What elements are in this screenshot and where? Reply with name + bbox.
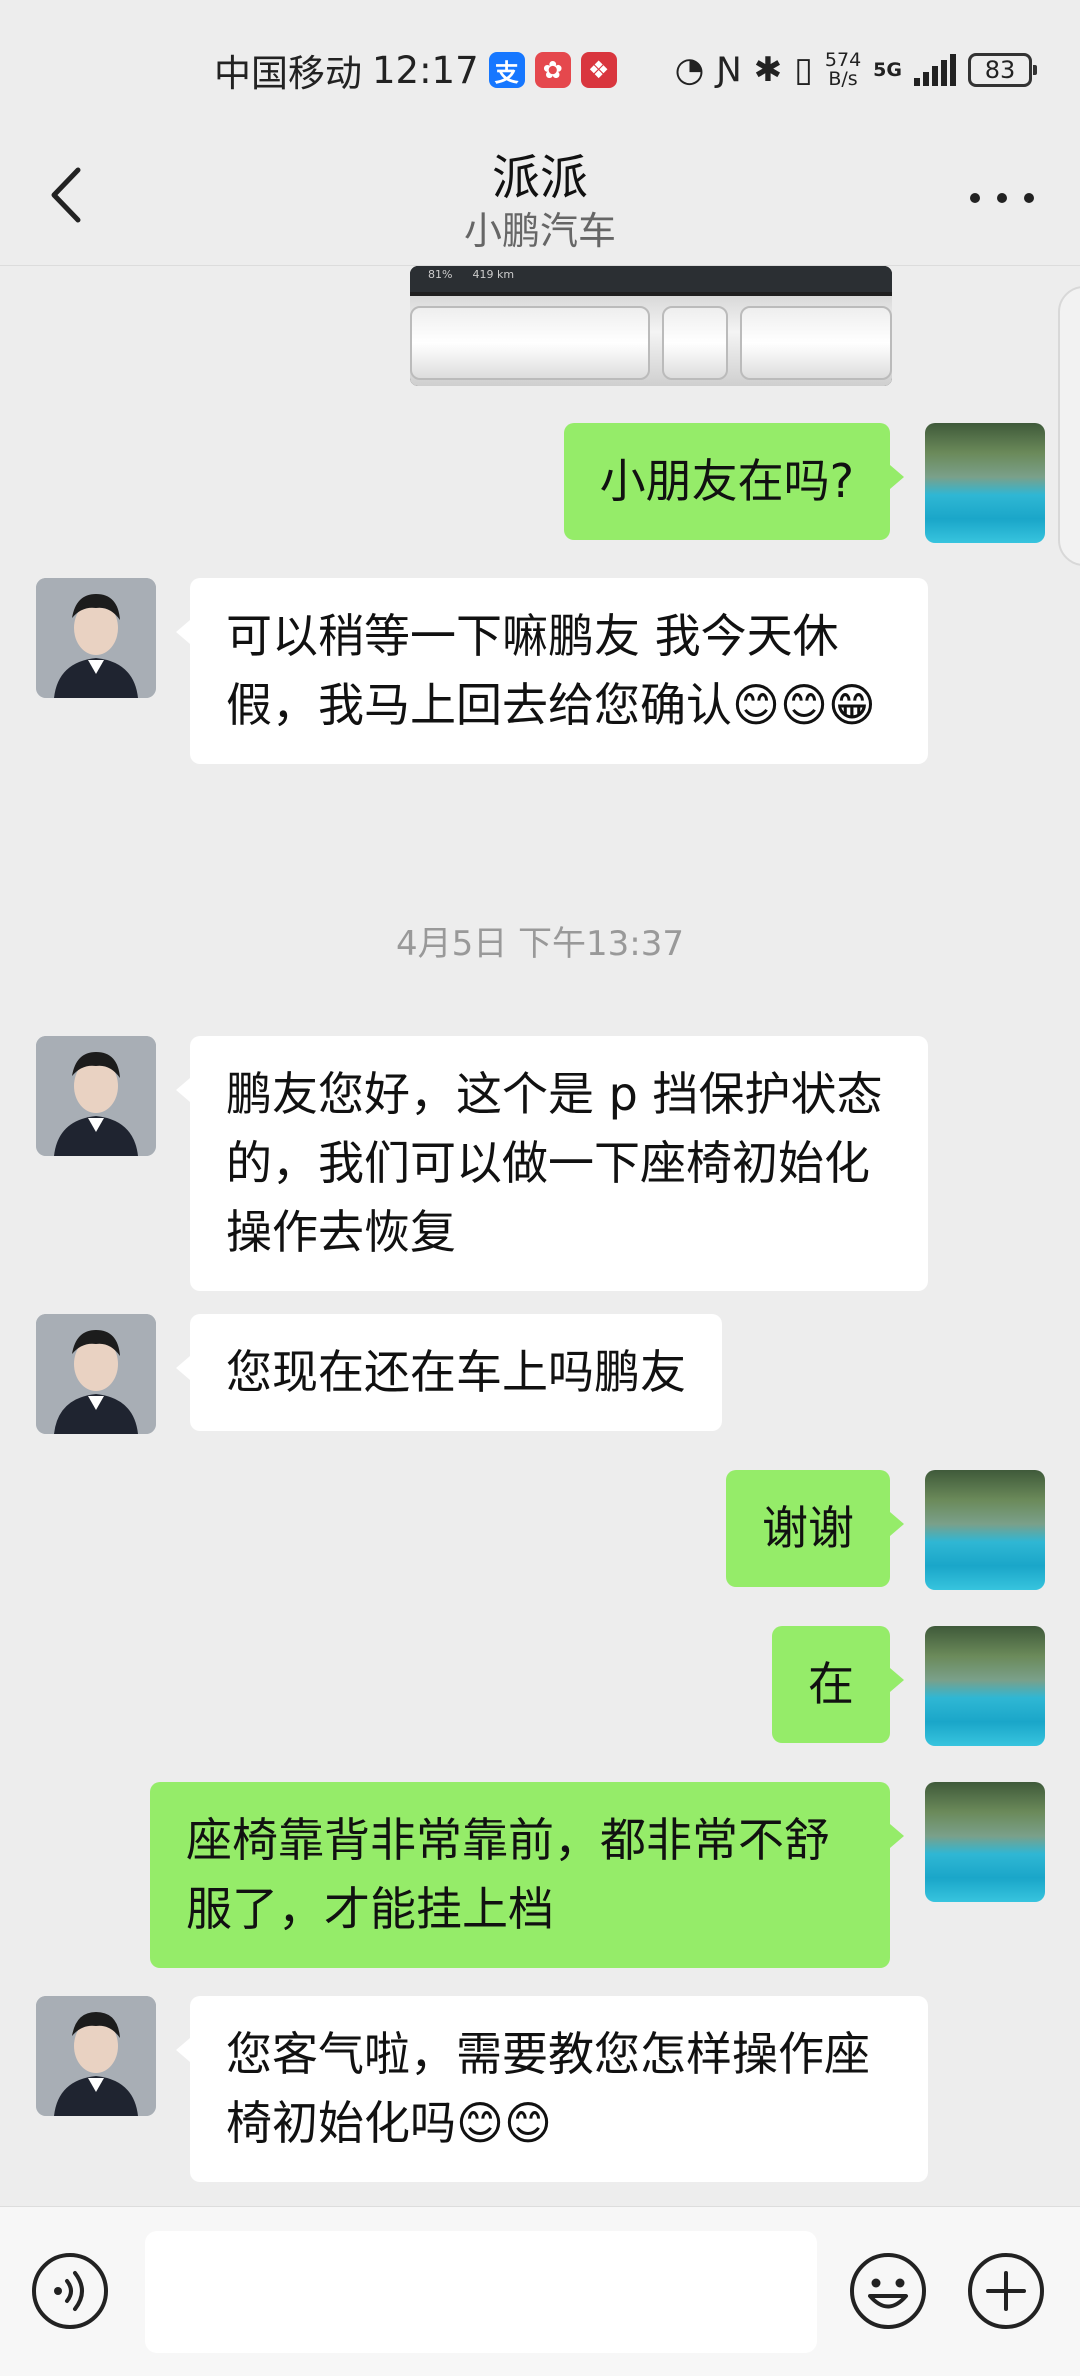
my-avatar[interactable] bbox=[925, 1626, 1045, 1746]
emoji-button[interactable] bbox=[848, 2251, 928, 2331]
carrier-label: 中国移动 bbox=[214, 52, 362, 95]
my-avatar[interactable] bbox=[925, 423, 1045, 543]
chat-header: 派派 小鹏汽车 bbox=[0, 130, 1080, 266]
image-text-a: 81% bbox=[428, 268, 453, 281]
status-bar: 中国移动 12:17 支 ✿ ❖ ◔ Ɲ ✱ ▯ 574 B/s 5G 83 bbox=[0, 0, 1080, 130]
message-input[interactable] bbox=[145, 2231, 817, 2353]
message-bubble-out[interactable]: 座椅靠背非常靠前，都非常不舒服了，才能挂上档 bbox=[150, 1782, 904, 1968]
chat-title: 派派 bbox=[491, 150, 588, 206]
chat-subtitle: 小鹏汽车 bbox=[463, 209, 616, 253]
app-red-icon: ✿ bbox=[534, 52, 571, 88]
net-speed-unit: B/s bbox=[828, 68, 858, 90]
net-speed: 574 B/s bbox=[825, 51, 861, 89]
input-bar bbox=[0, 2206, 1080, 2376]
message-bubble-out[interactable]: 小朋友在吗? bbox=[563, 423, 905, 540]
network-type-label: 5G bbox=[873, 59, 902, 81]
clock-label: 12:17 bbox=[372, 48, 479, 92]
image-shape bbox=[662, 306, 728, 380]
dot-icon bbox=[1024, 193, 1034, 203]
person-icon bbox=[36, 1036, 156, 1156]
emoji-icon bbox=[850, 2253, 926, 2329]
image-shape bbox=[410, 306, 650, 380]
dot-icon bbox=[997, 193, 1007, 203]
person-icon bbox=[36, 578, 156, 698]
plus-icon bbox=[968, 2253, 1044, 2329]
my-avatar[interactable] bbox=[925, 1470, 1045, 1590]
battery-icon: 83 bbox=[968, 53, 1037, 87]
nfc-icon: Ɲ bbox=[716, 50, 742, 90]
chat-area[interactable]: 81% 419 km 小朋友在吗? 可以稍等一下嘛鹏友 我今天休假，我马上回去给… bbox=[0, 266, 1080, 2206]
image-top-strip: 81% 419 km bbox=[410, 266, 892, 292]
message-bubble-out[interactable]: 在 bbox=[772, 1626, 904, 1743]
side-edge-handle[interactable] bbox=[1058, 286, 1080, 566]
message-bubble-in[interactable]: 您现在还在车上吗鹏友 bbox=[176, 1314, 722, 1431]
contact-avatar[interactable] bbox=[36, 1036, 156, 1156]
dot-icon bbox=[970, 193, 980, 203]
person-icon bbox=[36, 1996, 156, 2116]
message-bubble-in[interactable]: 您客气啦，需要教您怎样操作座椅初始化吗😊😊 bbox=[176, 1996, 928, 2182]
bluetooth-icon: ✱ bbox=[753, 50, 783, 90]
image-message[interactable]: 81% 419 km bbox=[410, 266, 892, 386]
status-right: ◔ Ɲ ✱ ▯ 574 B/s 5G 83 bbox=[674, 44, 1037, 96]
alipay-icon: 支 bbox=[488, 52, 525, 88]
image-shape bbox=[740, 306, 892, 380]
message-bubble-in[interactable]: 可以稍等一下嘛鹏友 我今天休假，我马上回去给您确认😊😊😁 bbox=[176, 578, 928, 764]
voice-button[interactable] bbox=[30, 2251, 110, 2331]
voice-icon bbox=[32, 2253, 108, 2329]
plus-button[interactable] bbox=[966, 2251, 1046, 2331]
hd-call-icon: ◔ bbox=[674, 50, 705, 90]
battery-level: 83 bbox=[984, 56, 1016, 84]
message-bubble-out[interactable]: 谢谢 bbox=[726, 1470, 904, 1587]
my-avatar[interactable] bbox=[925, 1782, 1045, 1902]
vibrate-icon: ▯ bbox=[794, 50, 813, 90]
status-left: 中国移动 12:17 支 ✿ ❖ bbox=[214, 44, 617, 96]
contact-avatar[interactable] bbox=[36, 578, 156, 698]
signal-icon bbox=[914, 54, 956, 86]
image-text-b: 419 km bbox=[472, 268, 515, 281]
contact-avatar[interactable] bbox=[36, 1996, 156, 2116]
person-icon bbox=[36, 1314, 156, 1434]
message-bubble-in[interactable]: 鹏友您好，这个是 p 挡保护状态的，我们可以做一下座椅初始化操作去恢复 bbox=[176, 1036, 928, 1291]
contact-avatar[interactable] bbox=[36, 1314, 156, 1434]
chat-timestamp: 4月5日 下午13:37 bbox=[395, 924, 685, 964]
more-options-button[interactable] bbox=[960, 168, 1044, 228]
app-red2-icon: ❖ bbox=[580, 52, 617, 88]
